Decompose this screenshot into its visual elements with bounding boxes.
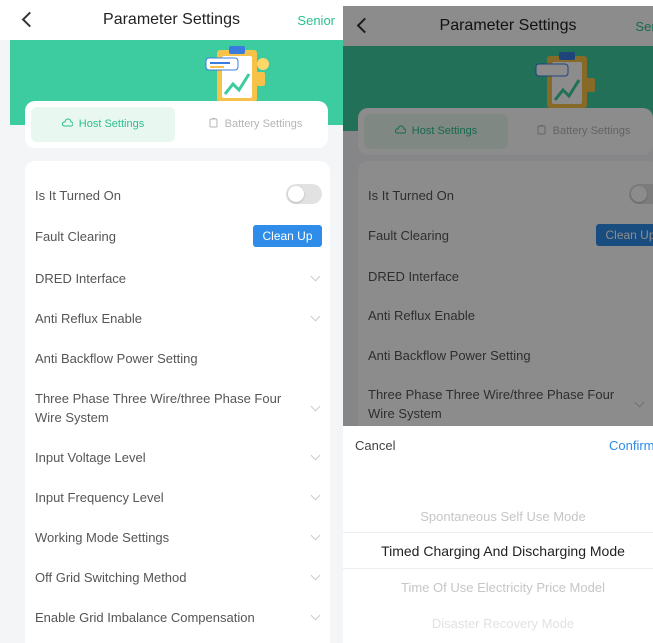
- modal-backdrop[interactable]: [343, 6, 653, 426]
- picker-option-selected[interactable]: Timed Charging And Discharging Mode: [343, 543, 653, 559]
- tab-label: Battery Settings: [224, 118, 303, 130]
- setting-label: DRED Interface: [35, 271, 127, 286]
- setting-label: Input Voltage Level: [35, 450, 146, 465]
- chevron-down-icon: [310, 401, 321, 412]
- setting-grid-imbalance[interactable]: Enable Grid Imbalance Compensation: [35, 608, 322, 627]
- settings-screen: Parameter Settings Senior Host Settings …: [0, 0, 343, 643]
- setting-input-voltage[interactable]: Input Voltage Level: [35, 448, 322, 467]
- cloud-icon: [61, 118, 73, 127]
- setting-label: Working Mode Settings: [35, 530, 170, 545]
- tab-label: Host Settings: [78, 118, 145, 130]
- settings-list: Is It Turned On Fault Clearing Clean Up …: [25, 161, 330, 643]
- tab-host-settings[interactable]: Host Settings: [31, 107, 175, 142]
- setting-anti-reflux[interactable]: Anti Reflux Enable: [35, 309, 322, 328]
- picker-option[interactable]: Disaster Recovery Mode: [343, 616, 653, 631]
- setting-label: Input Frequency Level: [35, 490, 164, 505]
- top-bar: Parameter Settings Senior: [0, 0, 343, 40]
- setting-working-mode[interactable]: Working Mode Settings: [35, 528, 322, 547]
- selection-divider: [343, 532, 653, 533]
- setting-wire-system[interactable]: Three Phase Three Wire/three Phase Four …: [35, 389, 321, 427]
- picker-option[interactable]: Spontaneous Self Use Mode: [343, 509, 653, 524]
- power-toggle[interactable]: [286, 184, 322, 204]
- picker-option[interactable]: Time Of Use Electricity Price Model: [343, 580, 653, 595]
- setting-input-frequency[interactable]: Input Frequency Level: [35, 488, 322, 507]
- setting-label: Anti Backflow Power Setting: [35, 351, 198, 366]
- setting-anti-backflow-power[interactable]: Anti Backflow Power Setting: [35, 349, 322, 368]
- setting-dred-interface[interactable]: DRED Interface: [35, 269, 322, 288]
- confirm-button[interactable]: Confirm: [609, 438, 653, 453]
- setting-off-grid-switching[interactable]: Off Grid Switching Method: [35, 568, 322, 587]
- mode-picker: Cancel Confirm Spontaneous Self Use Mode…: [343, 426, 653, 643]
- settings-screen-with-picker: Parameter Settings Senior Host Settings …: [343, 6, 653, 643]
- page-title: Parameter Settings: [103, 11, 240, 28]
- setting-label: Enable Grid Imbalance Compensation: [35, 610, 255, 625]
- settings-tabs: Host Settings Battery Settings: [25, 101, 328, 148]
- setting-label: Is It Turned On: [35, 188, 121, 203]
- setting-label: Anti Reflux Enable: [35, 311, 142, 326]
- senior-link[interactable]: Senior: [297, 13, 335, 28]
- setting-turned-on[interactable]: Is It Turned On: [35, 184, 322, 205]
- clean-up-button[interactable]: Clean Up: [253, 225, 322, 247]
- tab-battery-settings[interactable]: Battery Settings: [185, 107, 325, 142]
- battery-icon: [209, 118, 218, 128]
- cancel-button[interactable]: Cancel: [355, 438, 395, 453]
- setting-label: Off Grid Switching Method: [35, 570, 187, 585]
- setting-label: Three Phase Three Wire/three Phase Four …: [35, 391, 282, 425]
- setting-fault-clearing: Fault Clearing Clean Up: [35, 225, 322, 247]
- selection-divider: [343, 568, 653, 569]
